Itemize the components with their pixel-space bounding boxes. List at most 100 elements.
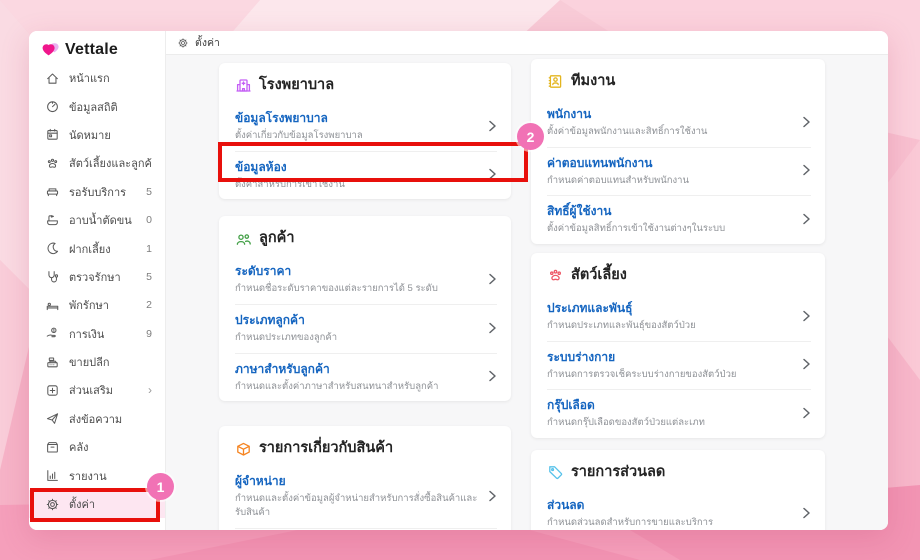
- pets-card: สัตว์เลี้ยง ประเภทและพันธุ์ กำหนดประเภทแ…: [531, 253, 825, 439]
- link-subtitle: กำหนดส่วนลดสำหรับการขายและบริการ: [547, 516, 714, 528]
- home-icon: [47, 73, 58, 84]
- report-chart-icon: [47, 470, 58, 482]
- link-title: ประเภทลูกค้า: [235, 312, 305, 327]
- link-title: กรุ๊ปเลือด: [547, 398, 595, 413]
- sidebar-item-label: อาบน้ำตัดขน: [69, 215, 132, 228]
- app-name: Vettale: [65, 40, 118, 58]
- link-title: สิทธิ์ผู้ใช้งาน: [547, 204, 612, 219]
- settings-link-customer-language[interactable]: ภาษาสำหรับลูกค้า กำหนดและตั้งค่าภาษาสำหร…: [219, 352, 511, 402]
- sidebar-item-finance[interactable]: $ การเงิน 9: [29, 320, 165, 348]
- chevron-right-icon: ›: [148, 383, 152, 398]
- sidebar-item-reports[interactable]: รายงาน: [29, 461, 165, 489]
- sidebar-item-retail[interactable]: ขายปลีก: [29, 348, 165, 376]
- sidebar-item-pets-customers[interactable]: สัตว์เลี้ยงและลูกค้า: [29, 149, 165, 177]
- card-title: ทีมงาน: [571, 73, 616, 89]
- link-subtitle: กำหนดชื่อระดับราคาของแต่ละรายการได้ 5 ระ…: [235, 283, 438, 295]
- money-hand-icon: $: [46, 327, 57, 338]
- link-title: พนักงาน: [547, 106, 592, 121]
- heart-logo-icon: [42, 43, 59, 56]
- right-column: ทีมงาน พนักงาน ตั้งค่าข้อมูลพนักงานและสิ…: [531, 59, 825, 530]
- gear-icon: [46, 498, 59, 510]
- chevron-right-icon: [802, 407, 811, 419]
- settings-link-blood-groups[interactable]: กรุ๊ปเลือด กำหนดกรุ๊ปเลือดของสัตว์ป่วยแต…: [531, 389, 825, 438]
- card-title: รายการส่วนลด: [571, 464, 666, 481]
- settings-link-discount[interactable]: ส่วนลด กำหนดส่วนลดสำหรับการขายและบริการ: [531, 489, 825, 530]
- sidebar-item-label: นัดหมาย: [69, 129, 111, 142]
- chevron-right-icon: [488, 490, 497, 502]
- link-title: ภาษาสำหรับลูกค้า: [235, 361, 330, 376]
- sidebar-item-inpatient[interactable]: พักรักษา 2: [29, 291, 165, 319]
- chevron-right-icon: [802, 358, 811, 370]
- topbar-title: ตั้งค่า: [195, 37, 220, 49]
- sidebar-item-count: 0: [146, 214, 152, 227]
- sidebar-item-waiting[interactable]: รอรับบริการ 5: [29, 178, 165, 206]
- link-subtitle: ตั้งค่าสำหรับการเข้าใช้งาน: [235, 178, 345, 190]
- sidebar-item-label: ส่วนเสริม: [69, 385, 114, 398]
- hospital-card-header: โรงพยาบาล: [219, 63, 511, 102]
- link-subtitle: กำหนดค่าตอบแทนสำหรับพนักงาน: [547, 174, 689, 186]
- tag-icon: [549, 466, 563, 480]
- link-title: ข้อมูลห้อง: [235, 159, 287, 174]
- settings-link-user-permissions[interactable]: สิทธิ์ผู้ใช้งาน ตั้งค่าข้อมูลสิทธิ์การเข…: [531, 195, 825, 244]
- settings-link-staff-compensation[interactable]: ค่าตอบแทนพนักงาน กำหนดค่าตอบแทนสำหรับพนั…: [531, 146, 825, 196]
- settings-link-body-systems[interactable]: ระบบร่างกาย กำหนดการตรวจเช็คระบบร่างกายข…: [531, 340, 825, 390]
- chevron-right-icon: [488, 273, 497, 285]
- calendar-icon: [47, 129, 58, 141]
- sidebar-item-label: สัตว์เลี้ยงและลูกค้า: [69, 158, 152, 171]
- settings-link-types-breeds[interactable]: ประเภทและพันธุ์ กำหนดประเภทและพันธุ์ของส…: [531, 292, 825, 341]
- settings-link-product-groups[interactable]: กลุ่มสินค้าและบริการ กำหนดกลุ่มสินค้าเพื…: [219, 527, 511, 530]
- sidebar-item-label: การเงิน: [69, 328, 105, 341]
- link-title: ระดับราคา: [235, 264, 292, 279]
- settings-link-customer-types[interactable]: ประเภทลูกค้า กำหนดประเภทของลูกค้า: [219, 303, 511, 353]
- sidebar-item-statistics[interactable]: ข้อมูลสถิติ: [29, 92, 165, 120]
- sidebar-item-label: ฝากเลี้ยง: [69, 243, 111, 256]
- sidebar-item-label: คลัง: [69, 442, 89, 455]
- sidebar-item-label: ตั้งค่า: [69, 499, 96, 512]
- settings-link-suppliers[interactable]: ผู้จำหน่าย กำหนดและตั้งค่าข้อมูลผู้จำหน่…: [219, 465, 511, 528]
- chevron-right-icon: [488, 120, 497, 132]
- main-area: ตั้งค่า โรงพยาบาล ข้อมูลโรงพยาบาล ตั้งค่…: [166, 31, 888, 530]
- sofa-icon: [46, 188, 59, 197]
- sidebar-item-home[interactable]: หน้าแรก: [29, 64, 165, 92]
- id-badge-icon: [548, 75, 562, 89]
- chevron-right-icon: [488, 322, 497, 334]
- link-title: ระบบร่างกาย: [547, 349, 616, 364]
- chevron-right-icon: [802, 164, 811, 176]
- sidebar-item-label: ส่งข้อความ: [69, 413, 123, 426]
- settings-link-room-info[interactable]: ข้อมูลห้อง ตั้งค่าสำหรับการเข้าใช้งาน: [219, 150, 511, 200]
- link-subtitle: ตั้งค่าเกี่ยวกับข้อมูลโรงพยาบาล: [235, 129, 363, 141]
- sidebar-item-examination[interactable]: ตรวจรักษา 5: [29, 263, 165, 291]
- sidebar-item-grooming[interactable]: อาบน้ำตัดขน 0: [29, 206, 165, 234]
- cash-register-icon: [47, 357, 58, 367]
- products-card-header: รายการเกี่ยวกับสินค้า: [219, 426, 511, 465]
- settings-link-hospital-info[interactable]: ข้อมูลโรงพยาบาล ตั้งค่าเกี่ยวกับข้อมูลโร…: [219, 102, 511, 151]
- customers-card: ลูกค้า ระดับราคา กำหนดชื่อระดับราคาของแต…: [219, 216, 511, 402]
- stethoscope-icon: [48, 271, 59, 283]
- sidebar-item-appointments[interactable]: นัดหมาย: [29, 121, 165, 149]
- sidebar-item-addons[interactable]: ส่วนเสริม ›: [29, 376, 165, 404]
- inventory-box-icon: [47, 441, 58, 453]
- sidebar-item-messages[interactable]: ส่งข้อความ: [29, 405, 165, 433]
- link-subtitle: กำหนดและตั้งค่าภาษาสำหรับสนทนาสำหรับลูกค…: [235, 380, 439, 392]
- customers-card-header: ลูกค้า: [219, 216, 511, 255]
- sidebar-nav: หน้าแรก ข้อมูลสถิติ นัดหมาย สัตว์เลี้ยงแ…: [29, 64, 165, 530]
- settings-link-price-levels[interactable]: ระดับราคา กำหนดชื่อระดับราคาของแต่ละรายก…: [219, 255, 511, 304]
- sidebar-item-count: 2: [146, 299, 152, 312]
- link-title: ประเภทและพันธุ์: [547, 300, 633, 315]
- chevron-right-icon: [802, 310, 811, 322]
- sidebar-item-inventory[interactable]: คลัง: [29, 433, 165, 461]
- chevron-right-icon: [802, 507, 811, 519]
- link-subtitle: กำหนดและตั้งค่าข้อมูลผู้จำหน่ายสำหรับการ…: [235, 493, 478, 518]
- link-title: ผู้จำหน่าย: [235, 474, 286, 489]
- sidebar-item-boarding[interactable]: ฝากเลี้ยง 1: [29, 234, 165, 262]
- sidebar-item-settings[interactable]: ตั้งค่า: [29, 489, 165, 519]
- bath-icon: [47, 214, 58, 225]
- pets-card-header: สัตว์เลี้ยง: [531, 253, 825, 292]
- paper-plane-icon: [46, 413, 59, 425]
- paw-icon: [47, 158, 58, 168]
- annotation-badge-step1: 1: [147, 473, 174, 500]
- sidebar-item-label: รอรับบริการ: [69, 186, 127, 199]
- settings-link-staff[interactable]: พนักงาน ตั้งค่าข้อมูลพนักงานและสิทธิ์การ…: [531, 98, 825, 147]
- sidebar-item-label: ขายปลีก: [69, 357, 110, 370]
- link-subtitle: กำหนดการตรวจเช็คระบบร่างกายของสัตว์ป่วย: [547, 368, 737, 380]
